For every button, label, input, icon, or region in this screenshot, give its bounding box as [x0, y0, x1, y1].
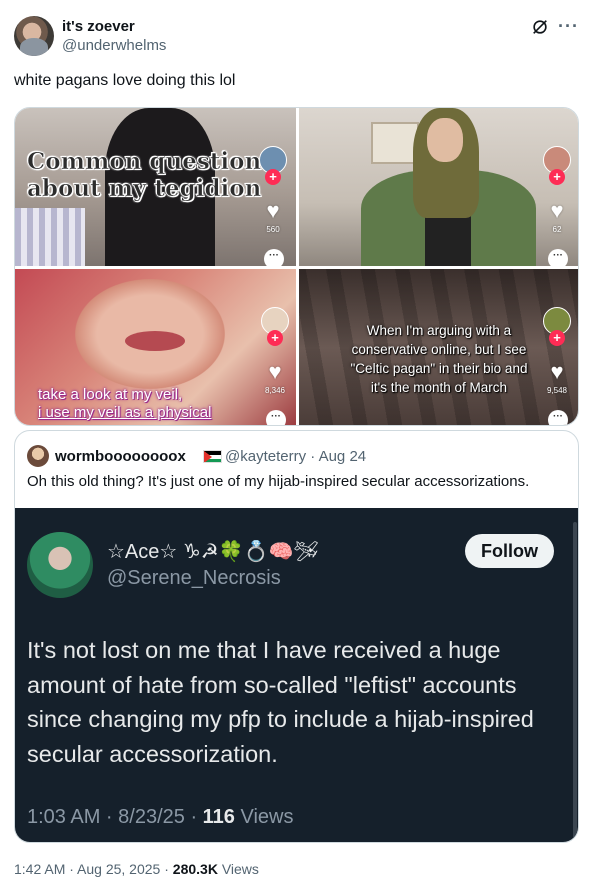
avatar[interactable]: [27, 445, 49, 467]
quoted-tweet[interactable]: wormboooooooox @kayteterry · Aug 24 Oh t…: [14, 430, 579, 843]
heart-icon: ♥: [268, 359, 282, 384]
embedded-meta: 1:03 AM · 8/23/25 · 116 Views: [27, 806, 293, 829]
more-icon[interactable]: ···: [558, 16, 579, 37]
quoted-author-name[interactable]: wormboooooooox: [55, 448, 186, 465]
embedded-views-count: 116: [202, 806, 235, 828]
embedded-time: 1:03 AM · 8/23/25 ·: [27, 806, 203, 828]
embedded-screenshot[interactable]: ☆Ace☆ ♑︎☭🍀💍🧠🛩 @Serene_Necrosis Follow It…: [15, 508, 578, 842]
caption-line: about my tegidion: [27, 175, 262, 203]
like-count: 560: [266, 225, 280, 234]
caption-line: i use my veil as a physical: [38, 404, 212, 421]
media-caption: When I'm arguing with a conservative onl…: [350, 323, 528, 395]
flag-icon: [203, 450, 222, 463]
dots-icon: ···: [548, 410, 568, 425]
tweet-footer: 1:42 AM · Aug 25, 2025 · 280.3K Views: [14, 861, 259, 877]
media-caption: Common questions about my tegidion: [27, 148, 275, 203]
avatar: [27, 532, 93, 598]
avatar[interactable]: [14, 16, 54, 56]
media-item-4[interactable]: When I'm arguing with a conservative onl…: [299, 269, 578, 425]
embedded-author-name: ☆Ace☆ ♑︎☭🍀💍🧠🛩: [107, 541, 319, 563]
heart-icon: ♥: [266, 198, 280, 223]
views-label: Views: [217, 861, 259, 877]
dots-icon: ···: [548, 249, 568, 266]
tweet-header: it's zoever @underwhelms ···: [14, 14, 579, 58]
scrollbar: [573, 522, 577, 842]
plus-icon: +: [267, 330, 283, 346]
author-handle[interactable]: @underwhelms: [62, 37, 166, 54]
media-caption: take a look at my veil, i use my veil as…: [38, 386, 211, 422]
media-item-1[interactable]: Common questions about my tegidion + ♥ 5…: [15, 108, 296, 266]
dots-icon: ···: [264, 249, 284, 266]
embedded-tweet-text: It's not lost on me that I have received…: [27, 637, 534, 767]
quoted-tweet-header: wormboooooooox @kayteterry · Aug 24: [27, 445, 567, 469]
plus-icon: +: [549, 169, 565, 185]
quoted-tweet-text: Oh this old thing? It's just one of my h…: [27, 473, 530, 490]
media-item-2[interactable]: + ♥ 62 ···: [299, 108, 578, 266]
like-count: 62: [552, 225, 562, 234]
embedded-views-label: Views: [234, 806, 294, 828]
tweet: it's zoever @underwhelms ··· white pagan…: [0, 0, 593, 888]
dots-icon: ···: [266, 410, 286, 425]
mouth-image: [125, 331, 185, 351]
plus-icon: +: [265, 169, 281, 185]
grok-icon[interactable]: [531, 18, 549, 36]
tweet-text: white pagans love doing this lol: [14, 72, 236, 89]
person-image: [361, 108, 536, 266]
media-item-3[interactable]: take a look at my veil, i use my veil as…: [15, 269, 296, 425]
author-name[interactable]: it's zoever: [62, 18, 135, 35]
plus-icon: +: [549, 330, 565, 346]
caption-line: take a look at my veil,: [38, 386, 183, 403]
like-count: 9,548: [546, 386, 568, 395]
views-count[interactable]: 280.3K: [173, 861, 218, 877]
embedded-author-handle: @Serene_Necrosis: [107, 567, 281, 589]
follow-button: Follow: [465, 534, 554, 568]
timestamp[interactable]: 1:42 AM · Aug 25, 2025 ·: [14, 861, 173, 877]
quoted-author-handle[interactable]: @kayteterry · Aug 24: [225, 448, 366, 465]
media-grid: Common questions about my tegidion + ♥ 5…: [14, 107, 579, 426]
pillow-image: [15, 208, 85, 266]
like-count: 8,346: [264, 386, 286, 395]
caption-line: Common questions: [27, 148, 275, 176]
heart-icon: ♥: [550, 198, 564, 223]
heart-icon: ♥: [550, 359, 564, 384]
